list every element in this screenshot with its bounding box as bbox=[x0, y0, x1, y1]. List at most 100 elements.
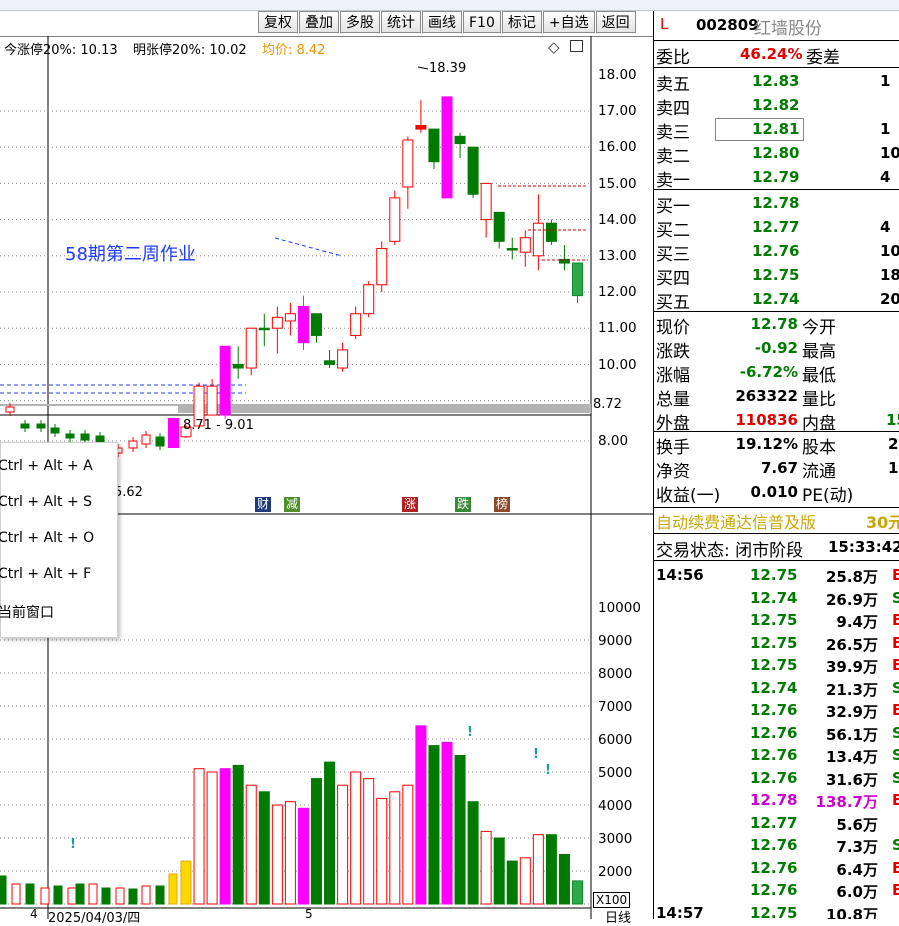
tick-row: 12.76 7.3万 S bbox=[654, 834, 899, 857]
high-price-label: 18.39 bbox=[429, 61, 467, 76]
ask-label: 卖一 bbox=[656, 171, 690, 191]
stat-label: 总量 bbox=[656, 390, 690, 410]
candle-body bbox=[493, 211, 505, 242]
tick-side: S bbox=[892, 589, 899, 607]
draw-line-button[interactable]: 画线 bbox=[422, 11, 462, 33]
volume-bar bbox=[11, 883, 21, 905]
bid-price: 12.74 bbox=[752, 290, 800, 308]
quote-panel: L 002809 红墙股份 委比 46.24% 委差 卖五 12.83 1 卖四 12.… bbox=[653, 11, 899, 919]
restore-rights-button[interactable]: 复权 bbox=[258, 11, 298, 33]
candle-body bbox=[467, 146, 479, 195]
price-band bbox=[178, 404, 591, 413]
add-watchlist-button[interactable]: +自选 bbox=[542, 11, 595, 33]
volume-bar bbox=[53, 885, 63, 905]
candle-body bbox=[324, 360, 336, 365]
stat-label-2: 最高 bbox=[802, 342, 836, 362]
marker-list[interactable]: 榜 bbox=[494, 497, 510, 512]
trade-status-label: 交易状态: 闭市阶段 bbox=[656, 541, 804, 561]
ad-text[interactable]: 自动续费通达信普及版 bbox=[656, 509, 816, 533]
candle-body bbox=[480, 182, 492, 221]
tick-price: 12.74 bbox=[750, 588, 798, 607]
candle-body bbox=[258, 327, 270, 331]
overlay-button[interactable]: 叠加 bbox=[299, 11, 339, 33]
tick-row: 12.75 26.5万 B bbox=[654, 632, 899, 655]
ad-banner[interactable]: 自动续费通达信普及版 30元 bbox=[654, 509, 899, 532]
alert-mark: ! bbox=[533, 747, 539, 762]
volume-bar bbox=[258, 791, 270, 905]
f10-button[interactable]: F10 bbox=[463, 11, 501, 33]
stat-label: 涨幅 bbox=[656, 366, 690, 386]
menu-item-shortcut-s[interactable]: Ctrl + Alt + S bbox=[0, 494, 92, 510]
bid-label: 买一 bbox=[656, 197, 690, 217]
tick-side: B bbox=[892, 859, 899, 877]
chart-toolbar: 复权 叠加 多股 统计 画线 F10 标记 +自选 返回 bbox=[258, 11, 637, 35]
weibi-row: 委比 46.24% 委差 bbox=[654, 43, 899, 68]
candle-body bbox=[415, 124, 427, 130]
marker-finance[interactable]: 财 bbox=[255, 497, 271, 512]
tick-price: 12.76 bbox=[750, 881, 798, 899]
stat-label: 净资 bbox=[656, 462, 690, 482]
tick-side: S bbox=[892, 836, 899, 854]
tick-price: 12.76 bbox=[750, 701, 798, 719]
tick-price: 12.75 bbox=[750, 903, 798, 920]
tick-price: 12.76 bbox=[750, 746, 798, 764]
marker-price-label: 8.72 bbox=[593, 397, 622, 412]
tick-volume: 7.3万 bbox=[836, 838, 878, 856]
stat-label: 现价 bbox=[656, 318, 690, 338]
tick-row: 12.74 26.9万 S bbox=[654, 587, 899, 610]
period-label[interactable]: 日线 bbox=[605, 907, 631, 926]
back-button[interactable]: 返回 bbox=[595, 11, 636, 33]
volume-bar bbox=[532, 834, 544, 905]
stat-row: 换手 19.12% 股本 2 bbox=[654, 433, 899, 458]
mark-button[interactable]: 标记 bbox=[501, 11, 542, 33]
bid-row: 买二 12.77 4 bbox=[654, 216, 899, 241]
menu-item-shortcut-f[interactable]: Ctrl + Alt + F bbox=[0, 566, 91, 582]
alert-mark: ! bbox=[467, 725, 473, 740]
l-label: L bbox=[660, 15, 669, 33]
tick-price: 12.75 bbox=[750, 566, 798, 584]
candle-body bbox=[402, 139, 414, 188]
tick-price: 12.76 bbox=[750, 768, 798, 787]
trade-status-time: 15:33:42 bbox=[828, 538, 899, 556]
menu-item-current-window[interactable]: 当前窗口 bbox=[0, 602, 54, 622]
volume-tick-label: 2000 bbox=[598, 864, 633, 880]
marker-rise[interactable]: 涨 bbox=[402, 497, 418, 512]
tick-row: 12.76 32.9万 B bbox=[654, 699, 899, 722]
candle-body bbox=[219, 345, 231, 416]
stat-value-2: 1 bbox=[888, 459, 899, 477]
candle-body bbox=[297, 305, 309, 344]
marker-reduce[interactable]: 减 bbox=[284, 497, 300, 512]
volume-tick-label: 6000 bbox=[598, 732, 633, 748]
marker-fall[interactable]: 跌 bbox=[455, 497, 471, 512]
stat-label-2: 流通 bbox=[802, 462, 836, 482]
candle-body bbox=[168, 418, 179, 448]
tick-price: 12.75 bbox=[750, 656, 798, 674]
volume-bar bbox=[402, 784, 414, 905]
stat-value-2: 15 bbox=[886, 411, 899, 429]
tick-row: 12.76 31.6万 S bbox=[654, 767, 899, 790]
ad-price[interactable]: 30元 bbox=[866, 509, 899, 533]
high-pointer bbox=[417, 66, 429, 70]
tick-row: 12.76 6.4万 B bbox=[654, 857, 899, 880]
bid-row: 买三 12.76 10 bbox=[654, 240, 899, 265]
trade-status-row: 交易状态: 闭市阶段 15:33:42 bbox=[654, 536, 899, 561]
menu-item-shortcut-a[interactable]: Ctrl + Alt + A bbox=[0, 458, 93, 474]
annotation-note: 58期第二周作业 bbox=[65, 244, 196, 265]
volume-bar bbox=[219, 768, 231, 905]
volume-bar bbox=[25, 883, 35, 905]
candlesticks bbox=[5, 96, 583, 457]
bid-label: 买五 bbox=[656, 293, 690, 313]
volume-tick-label: 8000 bbox=[598, 666, 633, 682]
statistics-button[interactable]: 统计 bbox=[381, 11, 421, 33]
tick-price: 12.77 bbox=[750, 813, 798, 832]
volume-tick-label: 3000 bbox=[598, 831, 633, 847]
menu-item-shortcut-o[interactable]: Ctrl + Alt + O bbox=[0, 530, 94, 546]
candle-body bbox=[128, 440, 138, 449]
multi-stock-button[interactable]: 多股 bbox=[340, 11, 380, 33]
tick-row: 12.76 13.4万 S bbox=[654, 744, 899, 767]
volume-bar bbox=[480, 830, 492, 905]
volume-bar bbox=[206, 771, 218, 905]
ask-price: 12.79 bbox=[752, 168, 800, 186]
candle-body bbox=[350, 313, 362, 336]
ask-label: 卖三 bbox=[656, 123, 690, 143]
